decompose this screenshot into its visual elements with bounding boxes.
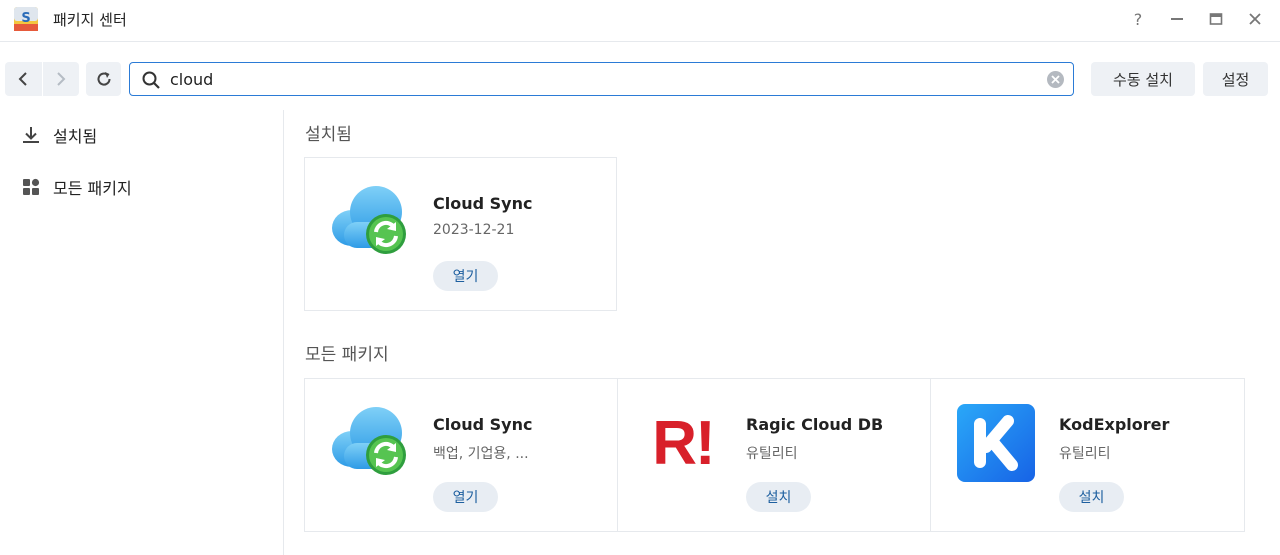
cloud-sync-icon <box>332 407 406 475</box>
back-button[interactable] <box>5 62 42 96</box>
toolbar: 수동 설치 설정 <box>0 42 1280 110</box>
kodexplorer-logo-icon <box>957 404 1035 482</box>
package-category: 유틸리티 <box>1059 446 1111 462</box>
sidebar-item-label: 모든 패키지 <box>53 179 132 198</box>
close-icon[interactable] <box>1243 8 1267 30</box>
settings-button[interactable]: 설정 <box>1203 62 1268 96</box>
title-bar: S 패키지 센터 ? <box>0 0 1280 42</box>
install-button[interactable]: 설치 <box>746 482 811 512</box>
chevron-left-icon <box>18 72 27 86</box>
package-center-app-icon: S <box>12 5 40 33</box>
package-card-kodexplorer[interactable]: KodExplorer 유틸리티 설치 <box>930 378 1245 532</box>
install-button[interactable]: 설치 <box>1059 482 1124 512</box>
forward-button[interactable] <box>42 62 79 96</box>
refresh-button[interactable] <box>86 62 121 96</box>
chevron-right-icon <box>57 72 66 86</box>
nav-buttons <box>5 62 79 96</box>
package-card-cloud-sync-installed[interactable]: Cloud Sync 2023-12-21 열기 <box>304 157 617 311</box>
grid-icon <box>23 178 40 195</box>
sidebar-item-all-packages[interactable]: 모든 패키지 <box>0 167 283 207</box>
package-date: 2023-12-21 <box>433 222 515 238</box>
minimize-icon[interactable] <box>1165 8 1189 30</box>
installed-section-title: 설치됨 <box>305 125 352 145</box>
refresh-icon <box>97 72 111 86</box>
open-button[interactable]: 열기 <box>433 482 498 512</box>
manual-install-button[interactable]: 수동 설치 <box>1091 62 1195 96</box>
package-category: 유틸리티 <box>746 446 798 462</box>
clear-search-icon[interactable] <box>1047 71 1064 88</box>
all-packages-section-title: 모든 패키지 <box>305 345 389 365</box>
search-box[interactable] <box>129 62 1074 96</box>
package-name: Ragic Cloud DB <box>746 415 884 434</box>
package-name: Cloud Sync <box>433 194 533 213</box>
search-icon <box>142 71 160 89</box>
ragic-logo-icon: R! <box>652 408 715 478</box>
maximize-icon[interactable] <box>1204 8 1228 30</box>
package-name: KodExplorer <box>1059 415 1170 434</box>
package-name: Cloud Sync <box>433 415 533 434</box>
search-input[interactable] <box>170 67 1030 91</box>
sidebar-item-installed[interactable]: 설치됨 <box>0 115 283 155</box>
download-icon <box>23 127 39 143</box>
package-card-ragic-cloud-db[interactable]: R! Ragic Cloud DB 유틸리티 설치 <box>617 378 931 532</box>
window-title: 패키지 센터 <box>53 11 127 29</box>
svg-text:S: S <box>21 11 30 26</box>
cloud-sync-icon <box>332 186 406 254</box>
help-icon[interactable]: ? <box>1126 8 1150 30</box>
package-category: 백업, 기업용, ... <box>433 446 529 462</box>
sidebar-item-label: 설치됨 <box>53 127 98 146</box>
open-button[interactable]: 열기 <box>433 261 498 291</box>
package-card-cloud-sync[interactable]: Cloud Sync 백업, 기업용, ... 열기 <box>304 378 618 532</box>
sidebar: 설치됨 모든 패키지 <box>0 110 284 555</box>
